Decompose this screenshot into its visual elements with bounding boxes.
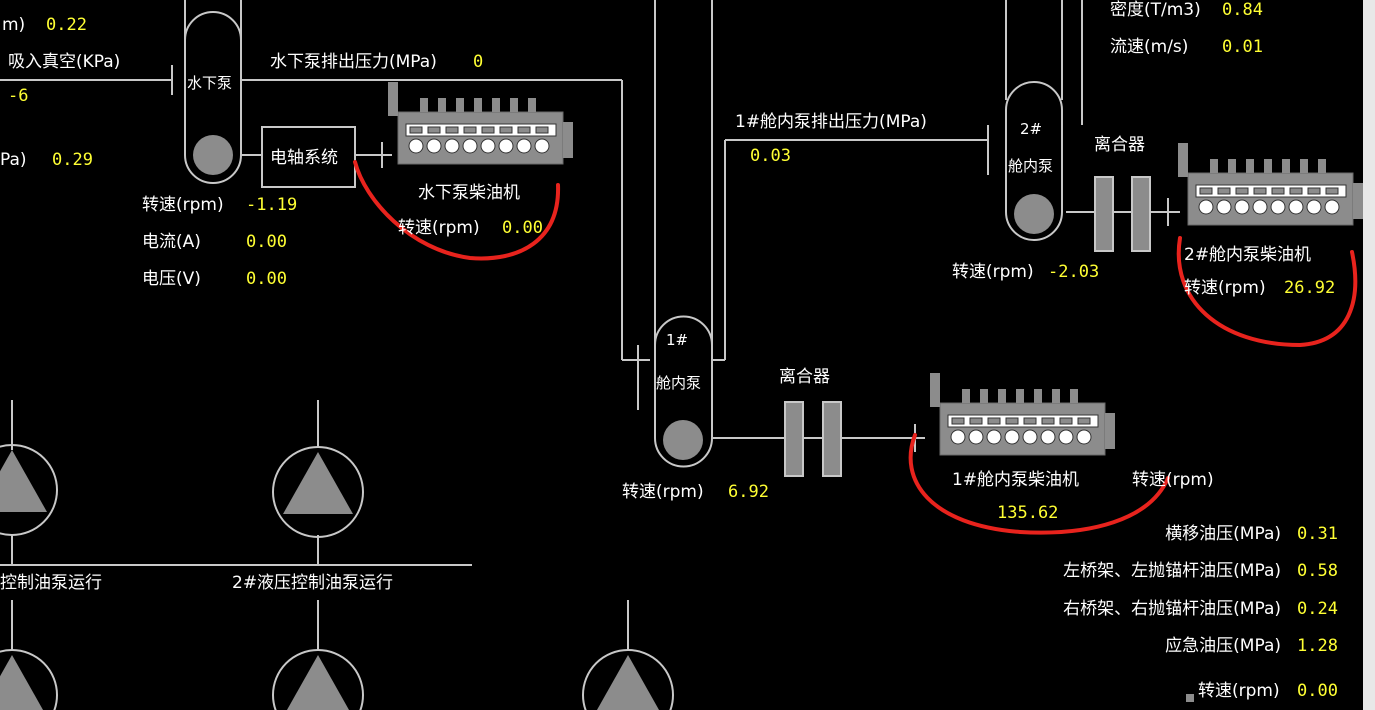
- bottom-speed-value: 0.00: [1297, 681, 1338, 701]
- pump2-label-line1: 2#: [1020, 120, 1043, 138]
- vertical-scrollbar[interactable]: [1363, 0, 1375, 710]
- pump1-diesel-speed-value: 135.62: [997, 503, 1059, 523]
- hydraulic-pump2-running-label: 2#液压控制油泵运行: [232, 573, 394, 593]
- cabin-pump-1-diesel-engine-icon[interactable]: [929, 372, 1116, 456]
- pump2-diesel-label: 2#舱内泵柴油机: [1184, 245, 1312, 265]
- pipes: [0, 0, 1180, 452]
- pump2-speed-label: 转速(rpm): [952, 262, 1034, 282]
- right-bridge-pressure-label: 右桥架、右抛锚杆油压(MPa): [1063, 599, 1281, 619]
- underwater-pump-label: 水下泵: [187, 74, 233, 92]
- hydraulic-pump-5-icon[interactable]: [582, 649, 674, 710]
- left-bridge-pressure-value: 0.58: [1297, 561, 1338, 581]
- pump1-speed-value: 6.92: [728, 482, 769, 502]
- shaft-system-label: 电轴系统: [270, 148, 338, 168]
- pump2-speed-value: -2.03: [1048, 262, 1100, 282]
- emergency-pressure-value: 1.28: [1297, 636, 1338, 656]
- hydraulic-pumps: [0, 400, 629, 650]
- pump1-label-line1: 1#: [666, 331, 689, 349]
- pump1-discharge-value: 0.03: [750, 146, 791, 166]
- traverse-pressure-label: 横移油压(MPa): [1165, 524, 1281, 544]
- current-value: 0.00: [246, 232, 287, 252]
- pump1-diesel-speed-label: 转速(rpm): [1132, 470, 1214, 490]
- density-label: 密度(T/m3): [1110, 0, 1201, 20]
- current-label: 电流(A): [142, 232, 201, 252]
- pump1-diesel-label: 1#舱内泵柴油机: [952, 470, 1080, 490]
- suction-unit-fragment: m): [2, 15, 26, 35]
- underwater-speed-label: 转速(rpm): [142, 195, 224, 215]
- hydraulic-pump-3-icon[interactable]: [0, 649, 58, 710]
- cabin-pump-2-diesel-engine-icon[interactable]: [1177, 142, 1364, 226]
- underwater-diesel-engine-icon[interactable]: [387, 81, 574, 165]
- bottom-speed-label: 转速(rpm): [1198, 681, 1280, 701]
- underwater-discharge-value: 0: [473, 52, 484, 72]
- suction-value: 0.22: [46, 15, 87, 35]
- underwater-diesel-speed-label: 转速(rpm): [398, 218, 480, 238]
- hydraulic-pump-4-icon[interactable]: [272, 649, 364, 710]
- voltage-value: 0.00: [246, 269, 287, 289]
- pressure-value: 0.29: [52, 150, 93, 170]
- clutch2-label: 离合器: [1094, 135, 1145, 155]
- traverse-pressure-value: 0.31: [1297, 524, 1338, 544]
- pump2-diesel-speed-value: 26.92: [1284, 278, 1336, 298]
- pump2-diesel-speed-label: 转速(rpm): [1184, 278, 1266, 298]
- pump1-discharge-label: 1#舱内泵排出压力(MPa): [735, 112, 927, 132]
- clutch-2[interactable]: [1094, 176, 1151, 252]
- indicator-square: [1186, 694, 1194, 702]
- clutch1-label: 离合器: [779, 367, 830, 387]
- hydraulic-pump-2-icon[interactable]: [272, 446, 364, 538]
- underwater-diesel-speed-value: 0.00: [502, 218, 543, 238]
- underwater-discharge-label: 水下泵排出压力(MPa): [270, 52, 437, 72]
- vacuum-label: 吸入真空(KPa): [8, 52, 121, 72]
- pump1-speed-label: 转速(rpm): [622, 482, 704, 502]
- right-bridge-pressure-value: 0.24: [1297, 599, 1338, 619]
- pressure-unit-fragment: Pa): [0, 150, 27, 170]
- flow-label: 流速(m/s): [1110, 37, 1189, 57]
- underwater-diesel-label: 水下泵柴油机: [418, 183, 520, 203]
- pump2-label-line2: 舱内泵: [1008, 157, 1054, 175]
- voltage-label: 电压(V): [142, 269, 201, 289]
- pump1-label-line2: 舱内泵: [656, 374, 702, 392]
- hydraulic-pump1-running-label: 控制油泵运行: [0, 573, 102, 593]
- underwater-speed-value: -1.19: [246, 195, 298, 215]
- hydraulic-pump-1-icon[interactable]: [0, 444, 58, 536]
- left-bridge-pressure-label: 左桥架、左抛锚杆油压(MPa): [1063, 561, 1281, 581]
- flow-value: 0.01: [1222, 37, 1263, 57]
- emergency-pressure-label: 应急油压(MPa): [1165, 636, 1281, 656]
- vacuum-value: -6: [8, 86, 29, 106]
- density-value: 0.84: [1222, 0, 1263, 20]
